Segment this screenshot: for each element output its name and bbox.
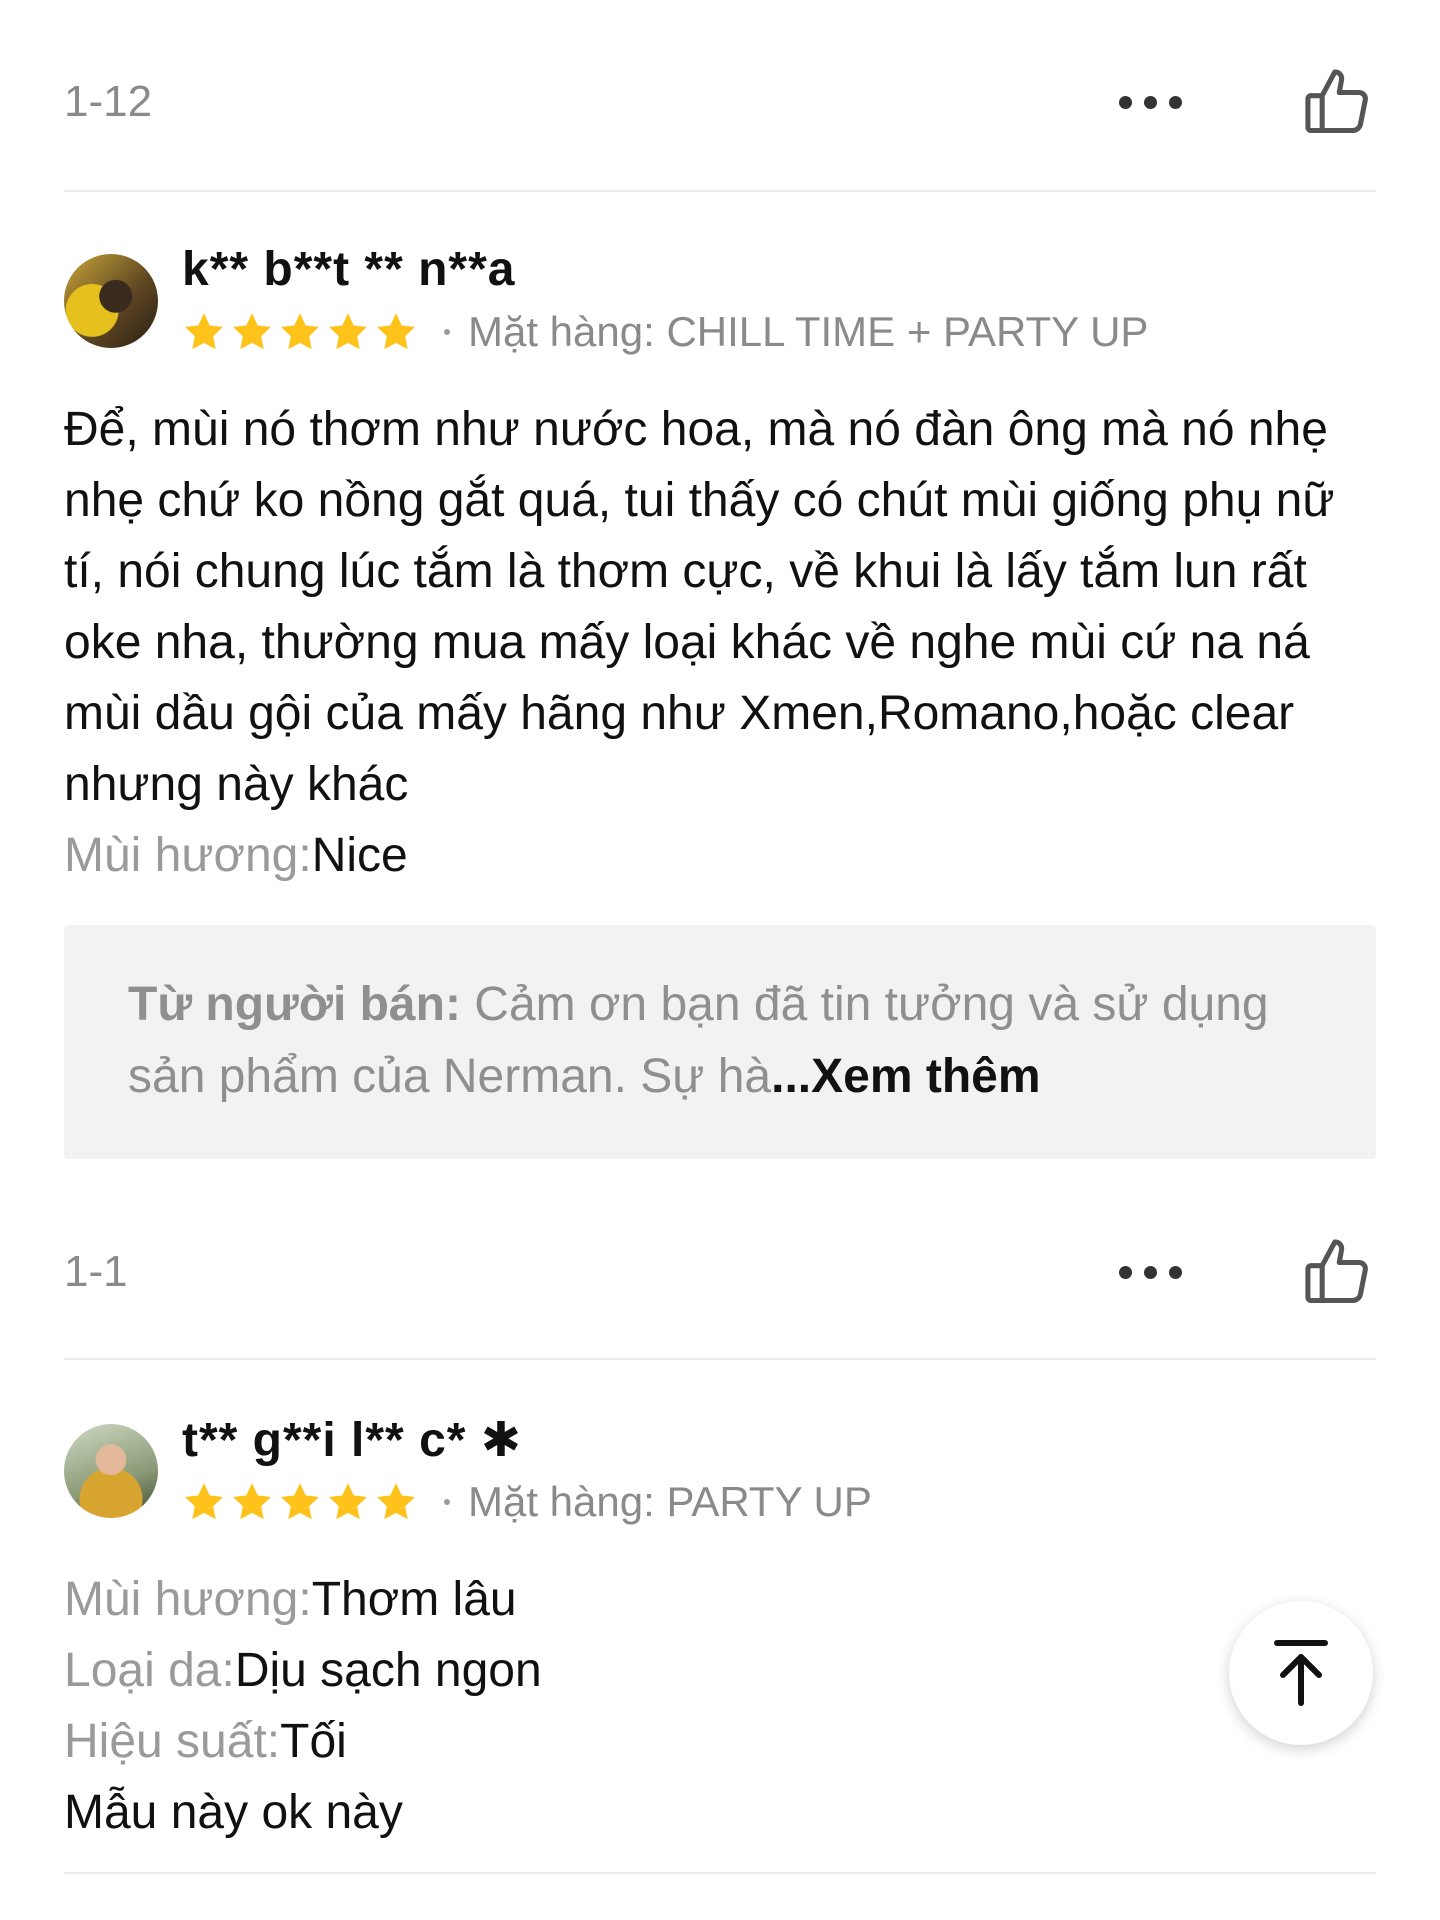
username: k** b**t ** n**a bbox=[182, 243, 516, 296]
avatar[interactable] bbox=[64, 1424, 158, 1518]
attribute-value: Dịu sạch ngon bbox=[234, 1644, 542, 1697]
review-attributes: Mùi hương:Thơm lâu Loại da:Dịu sạch ngon… bbox=[64, 1564, 1376, 1777]
star-icon bbox=[329, 313, 367, 350]
review-item: t** g**i l** c* ✱ Mặt hàng: PARTY UP Mùi… bbox=[64, 1412, 1376, 1848]
attribute-label: Loại da: bbox=[64, 1644, 235, 1697]
more-horizontal-icon[interactable] bbox=[1119, 95, 1182, 109]
divider bbox=[64, 190, 1376, 192]
attribute-label: Hiệu suất: bbox=[64, 1715, 281, 1768]
star-icon bbox=[329, 1483, 367, 1520]
review-date: 1-1 bbox=[64, 1247, 128, 1296]
review-header: k** b**t ** n**a Mặt hàng: CHILL TIME + … bbox=[64, 242, 1376, 382]
attribute-value: Thơm lâu bbox=[311, 1573, 517, 1626]
seller-reply-label: Từ người bán: bbox=[128, 978, 461, 1031]
thumbs-up-icon[interactable] bbox=[1300, 64, 1376, 140]
attribute-value: Nice bbox=[311, 829, 408, 882]
star-rating bbox=[182, 310, 418, 354]
more-horizontal-icon[interactable] bbox=[1119, 1265, 1182, 1279]
review-comment: Mẫu này ok này bbox=[64, 1786, 403, 1839]
divider bbox=[64, 1358, 1376, 1360]
avatar[interactable] bbox=[64, 254, 158, 348]
separator-dot bbox=[444, 329, 450, 335]
review-attribute: Mùi hương:Thơm lâu bbox=[64, 1564, 1376, 1635]
attribute-value: Tối bbox=[280, 1715, 347, 1768]
star-icon bbox=[233, 1483, 271, 1520]
star-icon bbox=[185, 1483, 223, 1520]
reviews-page: 1-12 k** b**t ** n**a Mặt hàng: CHILL TI… bbox=[0, 0, 1440, 1920]
review-meta-row: 1-12 bbox=[64, 62, 1376, 142]
thumbs-up-icon[interactable] bbox=[1300, 1234, 1376, 1310]
review-header: t** g**i l** c* ✱ Mặt hàng: PARTY UP bbox=[64, 1412, 1376, 1552]
star-icon bbox=[377, 1483, 415, 1520]
rating-line: Mặt hàng: PARTY UP bbox=[182, 1478, 872, 1526]
back-to-top-button[interactable] bbox=[1229, 1601, 1373, 1745]
seller-reply: Từ người bán: Cảm ơn bạn đã tin tưởng và… bbox=[64, 925, 1376, 1159]
star-icon bbox=[233, 313, 271, 350]
separator-dot bbox=[444, 1499, 450, 1505]
product-variant: Mặt hàng: PARTY UP bbox=[468, 1478, 872, 1525]
review-item: k** b**t ** n**a Mặt hàng: CHILL TIME + … bbox=[64, 242, 1376, 1159]
review-actions bbox=[1119, 64, 1376, 140]
review-attribute: Hiệu suất:Tối bbox=[64, 1706, 1376, 1777]
review-date: 1-12 bbox=[64, 77, 153, 126]
review-actions bbox=[1119, 1234, 1376, 1310]
star-icon bbox=[281, 1483, 319, 1520]
username: t** g**i l** c* ✱ bbox=[182, 1414, 522, 1467]
star-icon bbox=[377, 313, 415, 350]
review-comment: Để, mùi nó thơm như nước hoa, mà nó đàn … bbox=[64, 403, 1335, 811]
attribute-label: Mùi hương: bbox=[64, 829, 312, 882]
see-more-link[interactable]: ...Xem thêm bbox=[771, 1050, 1040, 1103]
star-rating bbox=[182, 1480, 418, 1524]
star-icon bbox=[185, 313, 223, 350]
divider bbox=[64, 1872, 1376, 1874]
rating-line: Mặt hàng: CHILL TIME + PARTY UP bbox=[182, 308, 1148, 356]
review-attribute: Loại da:Dịu sạch ngon bbox=[64, 1635, 1376, 1706]
arrow-up-to-top-icon bbox=[1274, 1640, 1328, 1706]
review-attribute: Mùi hương:Nice bbox=[64, 820, 1376, 891]
product-variant: Mặt hàng: CHILL TIME + PARTY UP bbox=[468, 308, 1149, 355]
review-meta-row: 1-1 bbox=[64, 1232, 1376, 1312]
attribute-label: Mùi hương: bbox=[64, 1573, 312, 1626]
star-icon bbox=[281, 313, 319, 350]
